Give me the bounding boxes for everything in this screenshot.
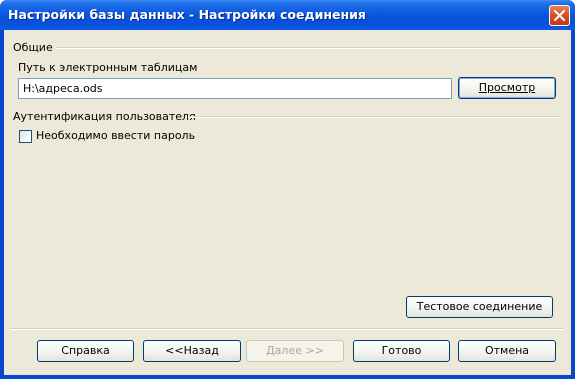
title-bar[interactable]: Настройки базы данных - Настройки соедин… [0, 0, 575, 30]
password-required-checkbox[interactable] [19, 130, 32, 143]
browse-button-label: Просмотр [478, 81, 536, 94]
dialog-body: Общие Путь к электронным таблицам H:\адр… [4, 30, 571, 375]
cancel-button[interactable]: Отмена [458, 340, 556, 362]
back-button-label: <<Назад [165, 344, 219, 357]
general-group-label: Общие [13, 41, 53, 54]
password-required-label[interactable]: Необходимо ввести пароль [36, 129, 195, 142]
window-frame-bottom [0, 375, 575, 379]
footer-separator [10, 328, 563, 330]
back-button[interactable]: <<Назад [143, 340, 241, 362]
general-group-separator [56, 47, 561, 49]
cancel-button-label: Отмена [484, 344, 530, 357]
test-connection-button[interactable]: Тестовое соединение [406, 296, 553, 318]
spreadsheet-path-label: Путь к электронным таблицам [18, 61, 198, 74]
help-button-label: Справка [61, 344, 110, 357]
database-settings-dialog: Настройки базы данных - Настройки соедин… [0, 0, 575, 379]
next-button[interactable]: Далее >> [246, 340, 344, 362]
close-icon [554, 10, 565, 21]
window-frame-right [571, 30, 575, 379]
spreadsheet-path-input[interactable]: H:\адреса.ods [18, 78, 452, 99]
help-button[interactable]: Справка [37, 340, 134, 362]
auth-group-separator [188, 116, 561, 118]
next-button-label: Далее >> [266, 344, 324, 357]
browse-button[interactable]: Просмотр [458, 77, 556, 99]
finish-button-label: Готово [381, 344, 422, 357]
auth-group-label: Аутентификация пользователя [13, 110, 196, 123]
finish-button[interactable]: Готово [353, 340, 450, 362]
test-connection-label: Тестовое соединение [416, 300, 543, 313]
window-title: Настройки базы данных - Настройки соедин… [8, 7, 366, 22]
close-button[interactable] [549, 5, 570, 26]
